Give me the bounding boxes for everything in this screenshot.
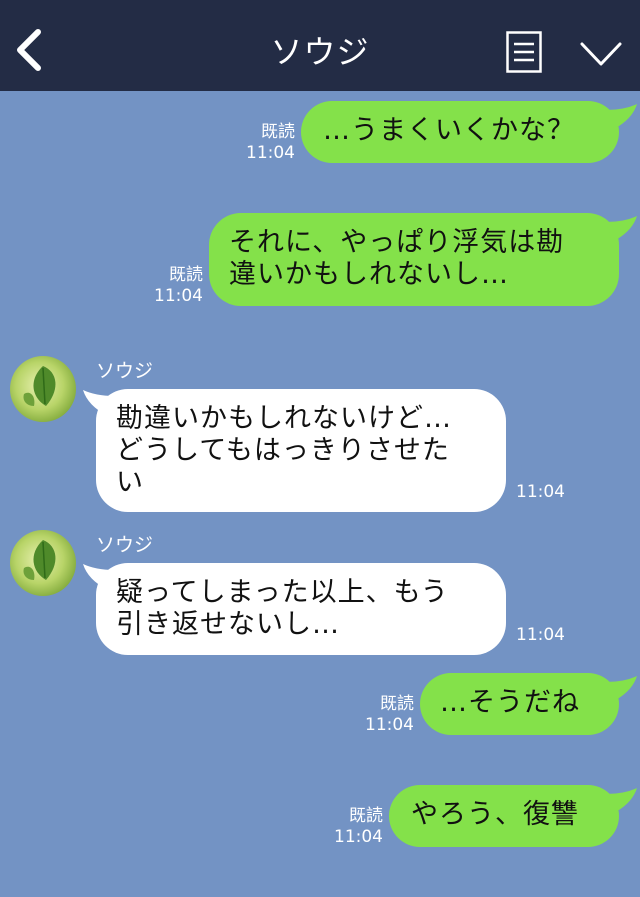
message-line: 疑ってしまった以上、もう [116, 577, 449, 608]
sender-name: ソウジ [96, 360, 154, 382]
read-receipt: 既読 11:04 [359, 694, 414, 736]
sender-name: ソウジ [96, 534, 154, 556]
message-bubble[interactable]: 疑ってしまった以上、もう 引き返せないし… [96, 563, 506, 655]
message-line: い [116, 467, 144, 498]
message-bubble[interactable]: それに、やっぱり浮気は勘 違いかもしれないし… [209, 213, 619, 306]
timestamp: 11:04 [246, 143, 295, 163]
chat-header: ソウジ [0, 0, 640, 91]
read-label: 既読 [349, 806, 383, 826]
read-receipt: 既読 11:04 [328, 806, 383, 848]
timestamp: 11:04 [334, 827, 383, 847]
read-receipt: 既読 11:04 [148, 265, 203, 307]
bubble-tail [606, 676, 637, 702]
memo-icon[interactable] [506, 31, 542, 73]
message-text: …そうだね [440, 687, 580, 718]
timestamp: 11:04 [516, 482, 565, 502]
message-bubble[interactable]: …そうだね [420, 673, 619, 735]
message-text: …うまくいくかな？ [323, 115, 575, 146]
message-bubble[interactable]: やろう、復讐 [389, 785, 619, 847]
timestamp: 11:04 [365, 715, 414, 735]
chat-title: ソウジ [270, 33, 370, 71]
message-line: 引き返せないし… [116, 609, 340, 640]
chevron-down-icon[interactable] [580, 40, 622, 68]
read-label: 既読 [169, 265, 203, 285]
message-line: それに、やっぱり浮気は勘 [229, 227, 565, 258]
read-label: 既読 [380, 694, 414, 714]
contact-avatar[interactable] [10, 530, 76, 596]
message-line: 勘違いかもしれないけど… [116, 403, 452, 434]
read-receipt: 既読 11:04 [240, 122, 295, 164]
message-text: やろう、復讐 [411, 799, 579, 830]
message-line: 違いかもしれないし… [229, 259, 509, 290]
read-label: 既読 [261, 122, 295, 142]
contact-avatar[interactable] [10, 356, 76, 422]
message-bubble[interactable]: 勘違いかもしれないけど… どうしてもはっきりさせた い [96, 389, 506, 512]
message-line: どうしてもはっきりさせた [116, 435, 450, 466]
bubble-tail [606, 788, 637, 814]
message-bubble[interactable]: …うまくいくかな？ [301, 101, 619, 163]
timestamp: 11:04 [154, 286, 203, 306]
bubble-tail [606, 104, 637, 130]
bubble-tail [606, 216, 637, 242]
timestamp: 11:04 [516, 625, 565, 645]
